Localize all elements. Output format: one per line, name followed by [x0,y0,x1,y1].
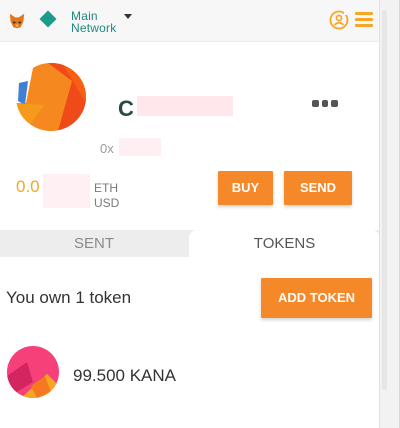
account-options-icon[interactable] [312,100,339,108]
account-address[interactable]: 0x [100,141,114,156]
scrollbar-thumb[interactable] [382,10,387,390]
token-count-text: You own 1 token [6,288,132,307]
tab-bar: SENT TOKENS [0,230,380,257]
menu-icon[interactable] [355,12,373,28]
network-label-line2: Network [71,21,117,35]
eth-balance-value: 0.0 [16,177,40,196]
account-name-redaction [137,96,233,116]
network-selector[interactable]: Main Network [71,10,116,34]
tab-sent[interactable]: SENT [0,230,188,257]
scrollbar[interactable] [379,0,399,428]
fox-icon [9,13,25,29]
network-diamond-icon[interactable] [39,10,57,28]
chevron-down-icon[interactable] [124,14,132,19]
account-name: C [118,96,134,121]
eth-unit-label: ETH [94,181,118,195]
token-avatar [7,346,59,398]
send-button[interactable]: SEND [284,171,352,205]
balance-redaction [43,174,90,208]
wallet-popup: Main Network C 0x 0.0 ETH USD BUY SEND S… [0,0,400,428]
tab-tokens[interactable]: TOKENS [189,230,380,257]
token-balance[interactable]: 99.500 KANA [73,366,176,386]
add-token-button[interactable]: ADD TOKEN [261,278,372,318]
account-switch-icon[interactable] [329,10,349,30]
address-redaction [119,138,161,156]
account-avatar[interactable] [16,63,86,131]
buy-button[interactable]: BUY [218,171,273,205]
header-bar: Main Network [0,0,380,42]
usd-unit-label: USD [94,196,120,210]
